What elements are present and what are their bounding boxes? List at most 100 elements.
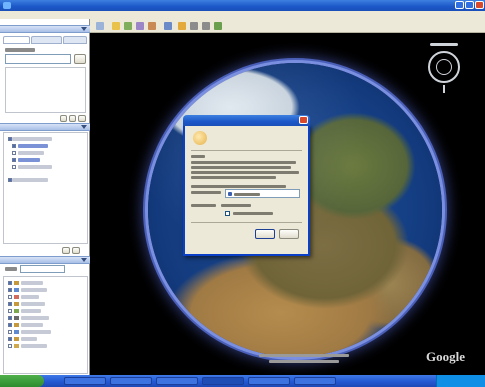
tree-item[interactable] xyxy=(18,144,48,148)
start-button[interactable] xyxy=(0,375,44,387)
placemark-icon[interactable] xyxy=(112,22,120,30)
dialog-divider xyxy=(191,150,302,151)
view-select[interactable] xyxy=(20,265,65,273)
tree-item[interactable] xyxy=(12,137,52,141)
print-icon[interactable] xyxy=(202,22,210,30)
tree-item[interactable] xyxy=(18,158,40,162)
layer-checkbox[interactable] xyxy=(8,344,12,348)
taskbar-button[interactable] xyxy=(294,377,336,385)
hide-sidebar-icon[interactable] xyxy=(96,22,104,30)
overlay-icon[interactable] xyxy=(148,22,156,30)
navigation-control[interactable] xyxy=(422,41,466,93)
places-tree[interactable] xyxy=(3,132,88,244)
tree-item[interactable] xyxy=(12,178,48,182)
north-up-button[interactable] xyxy=(430,43,458,46)
option-select[interactable] xyxy=(225,189,300,198)
tree-item[interactable] xyxy=(18,165,52,169)
move-joystick-icon[interactable] xyxy=(436,59,452,75)
places-panel-header[interactable] xyxy=(0,123,90,131)
minimize-button[interactable] xyxy=(455,1,464,9)
collapse-arrow-icon[interactable] xyxy=(81,125,87,129)
layers-tree[interactable] xyxy=(3,276,88,374)
layer-checkbox[interactable] xyxy=(8,281,12,285)
google-earth-app-icon xyxy=(3,2,11,9)
layer-item[interactable] xyxy=(21,288,47,292)
layer-globe-icon xyxy=(14,330,19,334)
menu-bar[interactable] xyxy=(0,11,485,19)
search-input[interactable] xyxy=(5,54,71,64)
layer-checkbox[interactable] xyxy=(8,302,12,306)
layer-item[interactable] xyxy=(21,337,37,341)
coordinates-line xyxy=(259,354,349,357)
ok-button[interactable] xyxy=(255,229,275,239)
tree-checkbox[interactable] xyxy=(12,158,16,162)
places-search-button[interactable] xyxy=(62,247,70,254)
layer-item[interactable] xyxy=(21,281,43,285)
cancel-button[interactable] xyxy=(279,229,299,239)
message-line xyxy=(221,204,251,207)
layer-item[interactable] xyxy=(21,295,39,299)
title-bar xyxy=(0,0,485,11)
taskbar-button[interactable] xyxy=(64,377,106,385)
layer-checkbox[interactable] xyxy=(8,309,12,313)
taskbar-button[interactable] xyxy=(156,377,198,385)
sun-icon[interactable] xyxy=(178,22,186,30)
coordinates-line xyxy=(269,360,339,363)
taskbar xyxy=(0,375,485,387)
tree-checkbox[interactable] xyxy=(12,151,16,155)
taskbar-button[interactable] xyxy=(248,377,290,385)
layer-item[interactable] xyxy=(21,330,51,334)
layer-checkbox[interactable] xyxy=(8,330,12,334)
tree-item[interactable] xyxy=(18,151,44,155)
layer-folder-icon xyxy=(14,337,19,341)
tab-directions[interactable] xyxy=(63,36,87,44)
tab-fly-to[interactable] xyxy=(3,36,30,44)
results-next-button[interactable] xyxy=(69,115,76,122)
maps-icon[interactable] xyxy=(214,22,222,30)
layer-item[interactable] xyxy=(21,309,41,313)
layer-buildings-icon xyxy=(14,316,19,320)
collapse-arrow-icon[interactable] xyxy=(81,258,87,262)
search-results-list[interactable] xyxy=(5,67,86,113)
sidebar xyxy=(0,19,90,375)
search-button[interactable] xyxy=(74,54,86,64)
layer-item[interactable] xyxy=(21,316,49,320)
collapse-arrow-icon[interactable] xyxy=(81,27,87,31)
layer-item[interactable] xyxy=(21,344,47,348)
layer-terrain-icon xyxy=(14,309,19,313)
close-window-button[interactable] xyxy=(475,1,484,9)
layer-checkbox[interactable] xyxy=(8,337,12,341)
dialog-close-button[interactable] xyxy=(299,116,308,124)
layer-item[interactable] xyxy=(21,302,45,306)
places-folder-button[interactable] xyxy=(72,247,80,254)
layer-places-icon xyxy=(14,344,19,348)
layer-checkbox[interactable] xyxy=(8,316,12,320)
layer-checkbox[interactable] xyxy=(8,288,12,292)
dialog-divider xyxy=(191,222,302,223)
layer-checkbox[interactable] xyxy=(8,323,12,327)
results-clear-button[interactable] xyxy=(78,115,86,122)
tree-checkbox[interactable] xyxy=(12,144,16,148)
search-panel-header[interactable] xyxy=(0,25,90,33)
layer-folder-icon xyxy=(14,323,19,327)
zoom-slider[interactable] xyxy=(443,85,445,93)
tour-icon[interactable] xyxy=(164,22,172,30)
message-line xyxy=(191,176,276,179)
polygon-icon[interactable] xyxy=(124,22,132,30)
taskbar-button-active[interactable] xyxy=(202,377,244,385)
taskbar-button[interactable] xyxy=(110,377,152,385)
maximize-button[interactable] xyxy=(465,1,474,9)
results-prev-button[interactable] xyxy=(60,115,67,122)
layer-item[interactable] xyxy=(21,323,43,327)
message-line xyxy=(191,166,291,169)
email-icon[interactable] xyxy=(190,22,198,30)
dialog-title-bar xyxy=(183,115,310,126)
tree-checkbox[interactable] xyxy=(12,165,16,169)
layer-checkbox[interactable] xyxy=(8,295,12,299)
path-icon[interactable] xyxy=(136,22,144,30)
layer-globe-icon xyxy=(14,288,19,292)
tab-find-businesses[interactable] xyxy=(31,36,62,44)
system-tray xyxy=(436,375,485,387)
dialog-checkbox[interactable] xyxy=(225,211,230,216)
layers-panel-header[interactable] xyxy=(0,256,90,264)
